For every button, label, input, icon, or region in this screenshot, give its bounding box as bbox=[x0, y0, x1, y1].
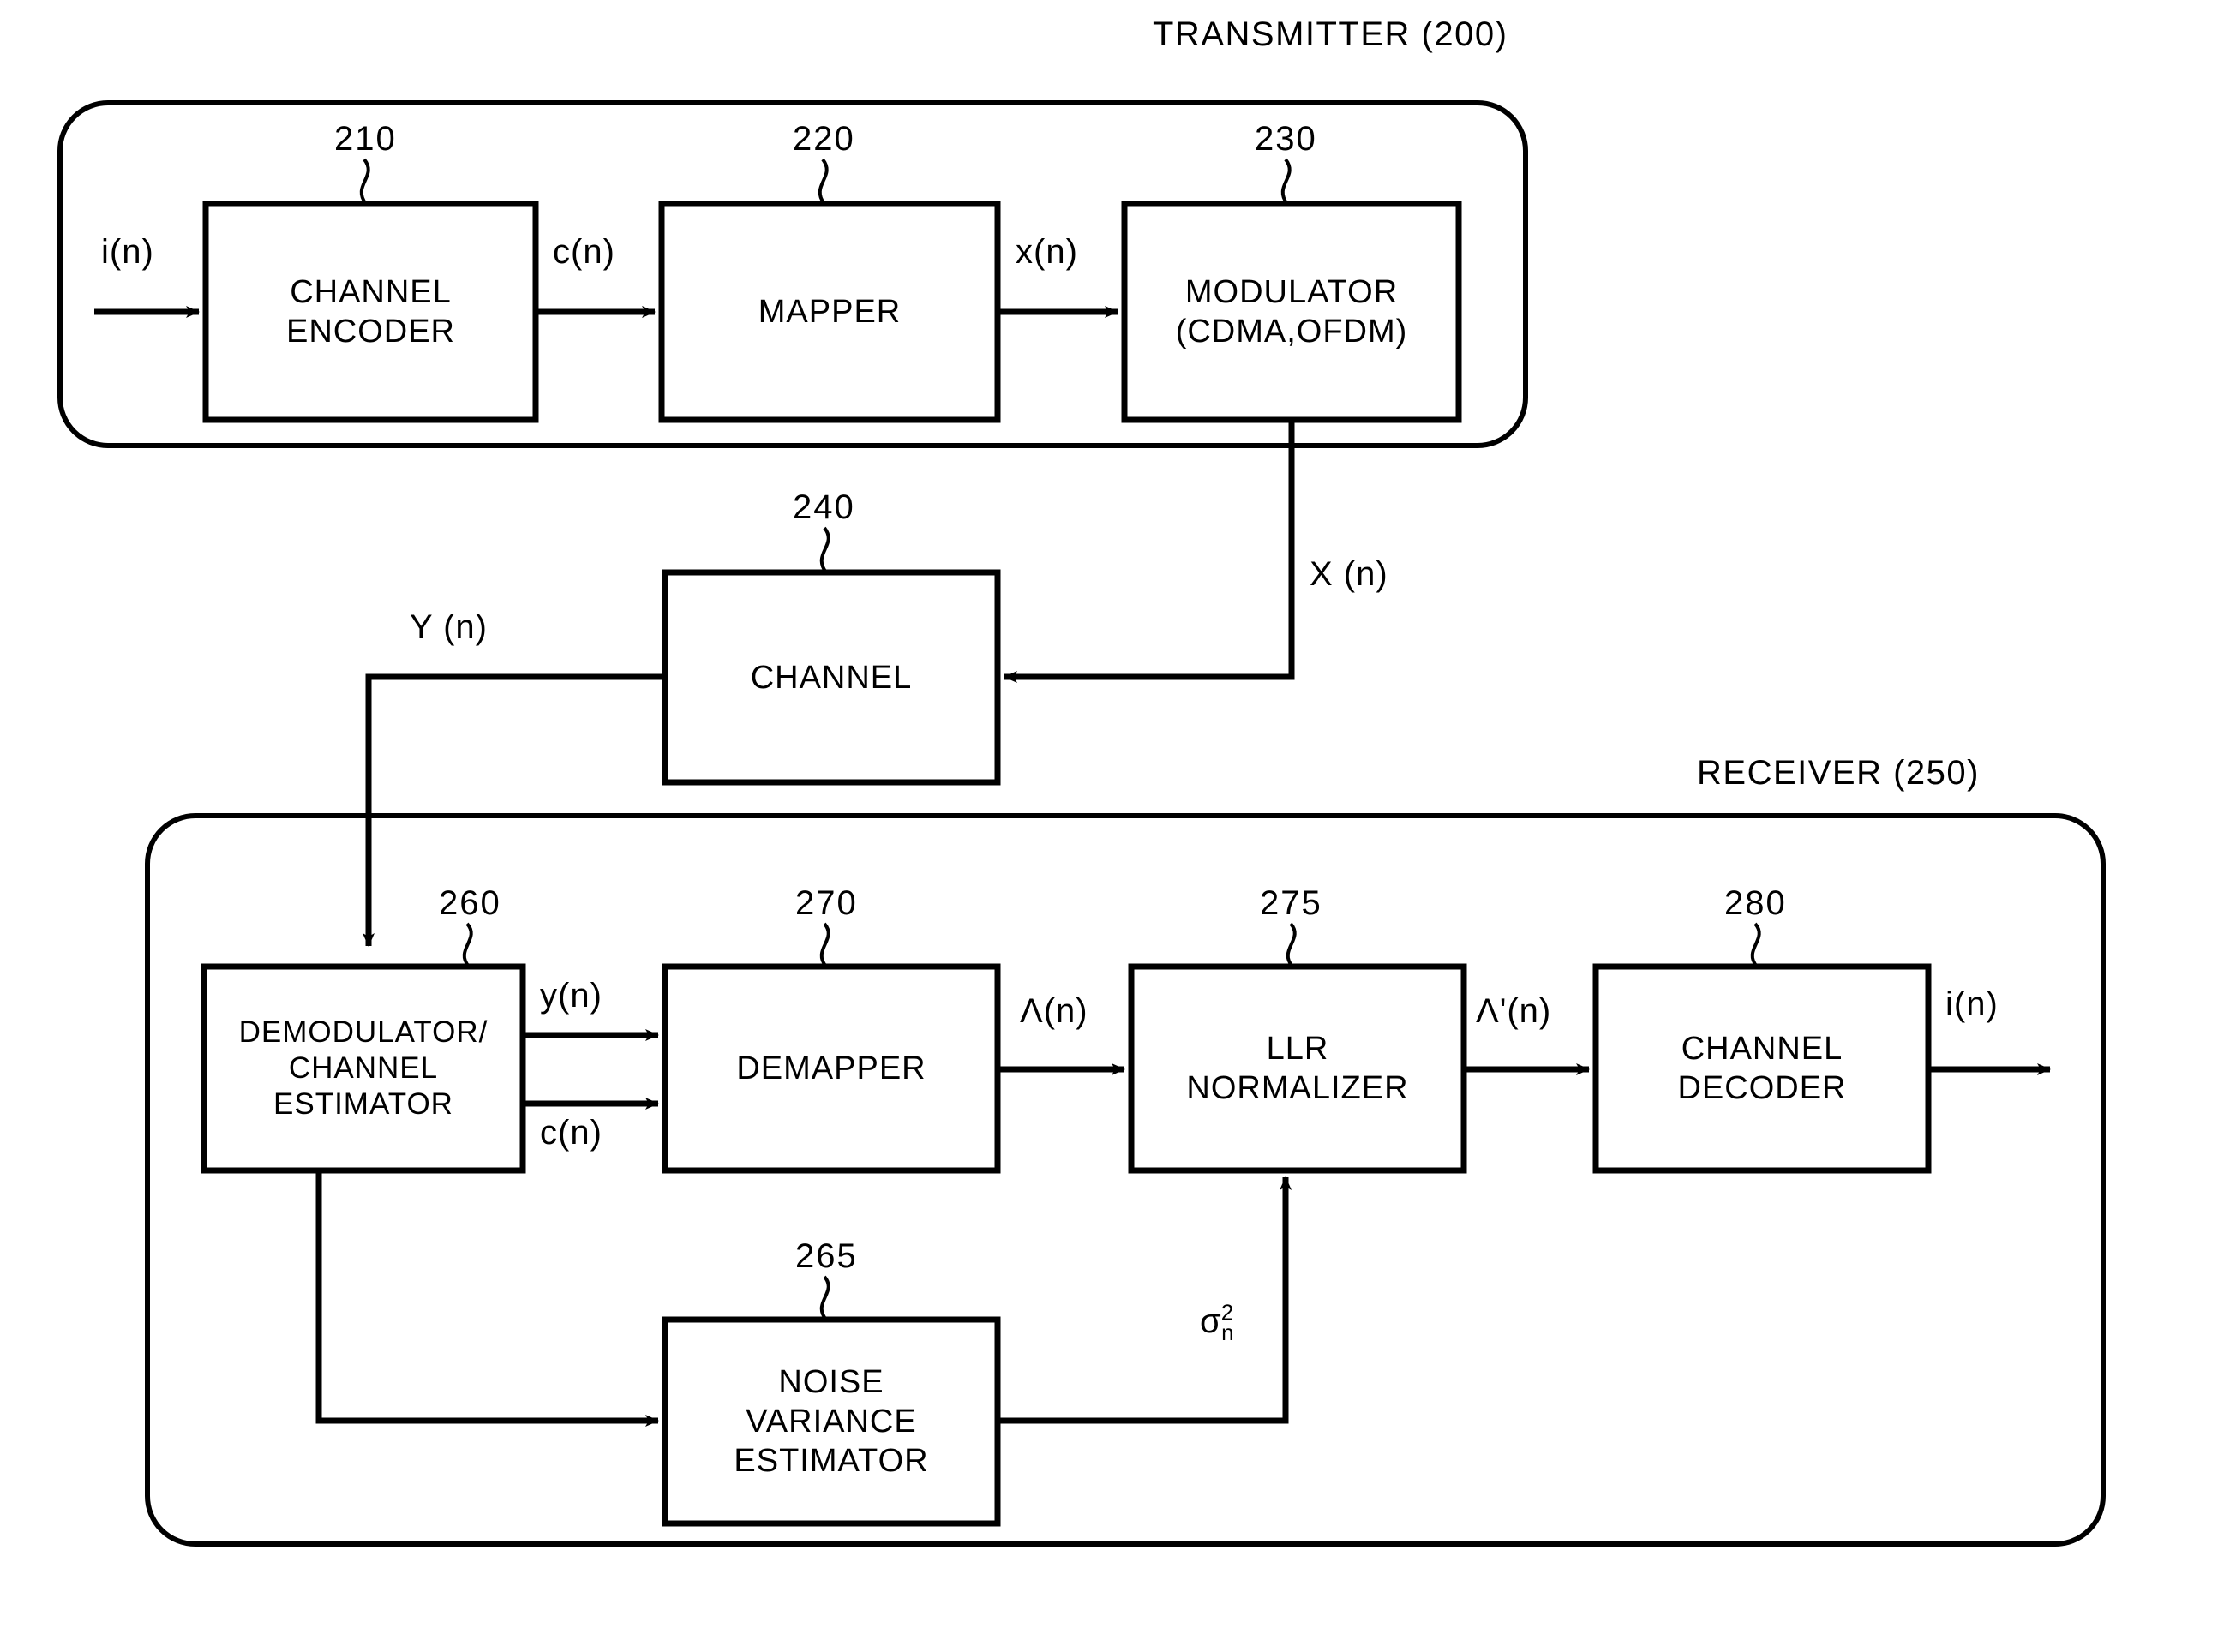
refnum-280: 280 bbox=[1724, 884, 1787, 922]
path-nve-to-llr bbox=[998, 1176, 1292, 1424]
block-label-demodulator-channel-estimator: DEMODULATOR/ CHANNEL ESTIMATOR bbox=[204, 967, 523, 1170]
receiver-caption: RECEIVER (250) bbox=[1697, 754, 1980, 792]
block-label-llr-normalizer: LLR NORMALIZER bbox=[1131, 967, 1464, 1170]
path-x-n bbox=[1004, 420, 1295, 683]
block-label-line: DECODER bbox=[1677, 1070, 1847, 1106]
block-label-line: ESTIMATOR bbox=[734, 1443, 929, 1479]
block-label-line: MODULATOR bbox=[1184, 274, 1399, 310]
block-label-line: ESTIMATOR bbox=[273, 1087, 453, 1121]
leader-265 bbox=[819, 1275, 830, 1321]
block-label-line: NORMALIZER bbox=[1186, 1070, 1409, 1106]
leader-220 bbox=[818, 158, 829, 206]
block-label-line: DEMAPPER bbox=[736, 1050, 926, 1086]
signal-label-Y-n: Y (n) bbox=[410, 608, 488, 646]
path-y-n bbox=[363, 673, 665, 947]
refnum-240: 240 bbox=[793, 488, 855, 526]
receiver-enclosure bbox=[145, 813, 2106, 1547]
block-label-mapper: MAPPER bbox=[662, 204, 998, 420]
block-label-line: (CDMA,OFDM) bbox=[1175, 314, 1408, 350]
block-label-line: VARIANCE bbox=[746, 1404, 917, 1440]
refnum-260: 260 bbox=[439, 884, 501, 922]
leader-210 bbox=[359, 158, 370, 206]
refnum-265: 265 bbox=[795, 1237, 858, 1275]
block-label-line: ENCODER bbox=[285, 314, 456, 350]
refnum-230: 230 bbox=[1255, 120, 1317, 158]
refnum-220: 220 bbox=[793, 120, 855, 158]
block-label-line: DEMODULATOR/ bbox=[238, 1015, 489, 1049]
sigma-glyph: σ bbox=[1200, 1302, 1221, 1340]
block-label-line: LLR bbox=[1266, 1031, 1329, 1067]
block-label-channel-decoder: CHANNEL DECODER bbox=[1596, 967, 1928, 1170]
figure-canvas: TRANSMITTER (200) RECEIVER (250) 210 220… bbox=[0, 0, 2218, 1652]
signal-label-lambda-n: Λ(n) bbox=[1020, 992, 1088, 1030]
block-label-line: MAPPER bbox=[758, 294, 902, 330]
signal-label-X-n: X (n) bbox=[1310, 555, 1388, 593]
sigma-subscript: n bbox=[1221, 1320, 1234, 1345]
block-label-modulator: MODULATOR (CDMA,OFDM) bbox=[1124, 204, 1459, 420]
transmitter-caption: TRANSMITTER (200) bbox=[1153, 15, 1508, 53]
signal-label-noise-variance: σ2n bbox=[1200, 1302, 1234, 1344]
block-label-line: CHANNEL bbox=[290, 274, 452, 310]
block-label-channel: CHANNEL bbox=[665, 572, 998, 782]
signal-label-input-i-n: i(n) bbox=[101, 233, 154, 271]
signal-label-lambda-prime-n: Λ'(n) bbox=[1476, 992, 1552, 1030]
signal-label-y-n: y(n) bbox=[540, 977, 602, 1015]
leader-280 bbox=[1750, 922, 1761, 968]
block-label-line: CHANNEL bbox=[288, 1051, 439, 1085]
block-label-demapper: DEMAPPER bbox=[665, 967, 998, 1170]
block-label-line: CHANNEL bbox=[1681, 1031, 1843, 1067]
signal-label-x-n: x(n) bbox=[1016, 233, 1078, 271]
signal-label-c-n-receiver: c(n) bbox=[540, 1114, 602, 1152]
leader-275 bbox=[1286, 922, 1297, 968]
block-label-noise-variance-estimator: NOISE VARIANCE ESTIMATOR bbox=[665, 1320, 998, 1523]
leader-260 bbox=[462, 922, 473, 968]
leader-240 bbox=[819, 526, 830, 574]
block-label-line: CHANNEL bbox=[750, 659, 913, 696]
refnum-275: 275 bbox=[1260, 884, 1322, 922]
block-label-channel-encoder: CHANNEL ENCODER bbox=[206, 204, 536, 420]
refnum-270: 270 bbox=[795, 884, 858, 922]
path-demod-to-nve bbox=[315, 1170, 659, 1427]
leader-230 bbox=[1280, 158, 1292, 206]
signal-label-c-n: c(n) bbox=[553, 233, 615, 271]
leader-270 bbox=[819, 922, 830, 968]
refnum-210: 210 bbox=[334, 120, 397, 158]
block-label-line: NOISE bbox=[778, 1364, 884, 1400]
signal-label-output-i-n: i(n) bbox=[1945, 985, 1999, 1023]
